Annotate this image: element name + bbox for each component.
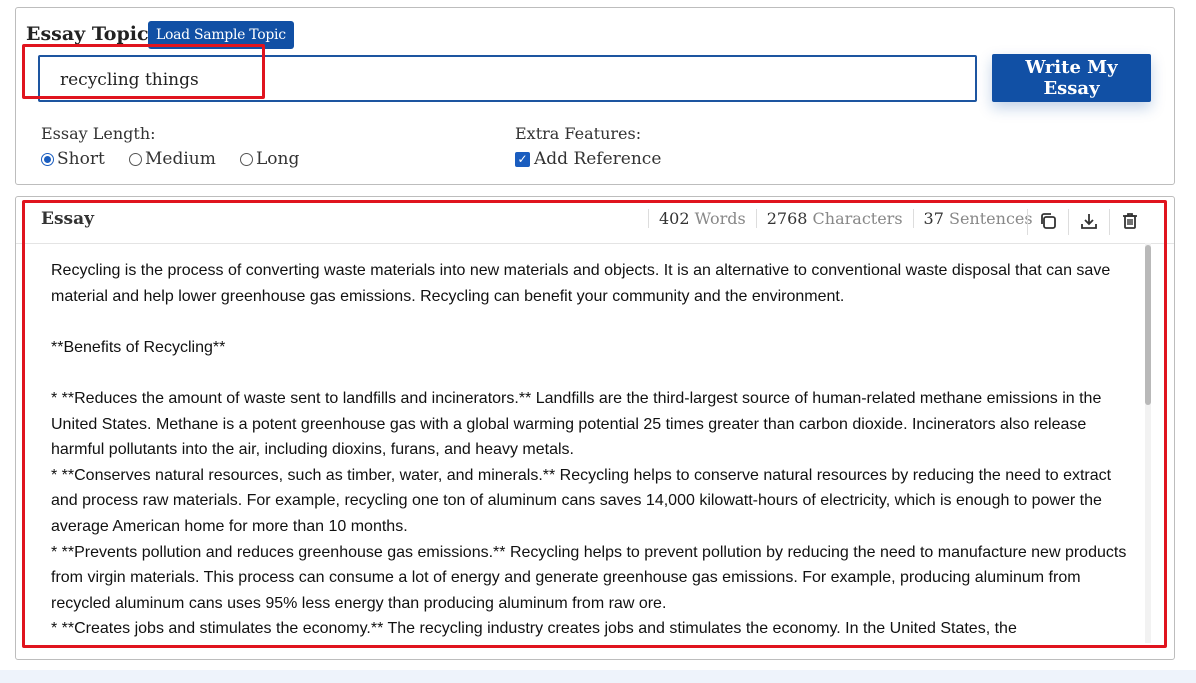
length-option-short[interactable]: Short xyxy=(41,149,105,169)
icon-divider xyxy=(1027,209,1028,235)
trash-icon xyxy=(1121,212,1139,233)
character-count-unit: Characters xyxy=(812,209,903,228)
sentence-count-unit: Sentences xyxy=(949,209,1033,228)
radio-long[interactable] xyxy=(240,152,253,166)
word-count-value: 402 xyxy=(659,209,690,228)
essay-panel: Essay 402 Words 2768 Characters 37 Sente… xyxy=(15,196,1175,660)
essay-topic-label: Essay Topic: xyxy=(26,23,156,45)
sentence-count: 37 Sentences xyxy=(912,209,1043,228)
topic-input[interactable] xyxy=(58,67,942,93)
essay-header: Essay 402 Words 2768 Characters 37 Sente… xyxy=(16,197,1174,244)
add-reference-label: Add Reference xyxy=(534,149,662,169)
essay-bullet: * **Creates jobs and stimulates the econ… xyxy=(51,620,1017,638)
radio-short[interactable] xyxy=(41,152,54,166)
page-footer-strip xyxy=(0,670,1196,683)
write-my-essay-button[interactable]: Write My Essay xyxy=(992,54,1151,102)
essay-heading: **Benefits of Recycling** xyxy=(51,338,226,356)
icon-divider xyxy=(1068,209,1069,235)
essay-stats: 402 Words 2768 Characters 37 Sentences xyxy=(648,209,1043,228)
essay-bullet: * **Reduces the amount of waste sent to … xyxy=(51,389,1102,459)
length-long-label: Long xyxy=(256,149,300,169)
copy-button[interactable] xyxy=(1037,211,1059,233)
copy-icon xyxy=(1039,212,1057,233)
add-reference-checkbox[interactable]: ✓ xyxy=(515,151,530,167)
length-medium-label: Medium xyxy=(145,149,216,169)
character-count-value: 2768 xyxy=(766,209,808,228)
essay-length-label: Essay Length: xyxy=(41,124,156,143)
download-icon xyxy=(1080,212,1098,233)
sentence-count-value: 37 xyxy=(923,209,944,228)
character-count: 2768 Characters xyxy=(755,209,913,228)
essay-title: Essay xyxy=(41,209,94,229)
essay-bullet: * **Conserves natural resources, such as… xyxy=(51,466,1112,535)
topic-input-wrapper xyxy=(38,55,977,102)
load-sample-topic-button[interactable]: Load Sample Topic xyxy=(148,21,294,49)
length-option-long[interactable]: Long xyxy=(240,149,299,169)
scrollbar-thumb[interactable] xyxy=(1145,245,1151,405)
download-button[interactable] xyxy=(1078,211,1100,233)
word-count: 402 Words xyxy=(648,209,756,228)
topic-panel: Essay Topic: Load Sample Topic Write My … xyxy=(15,7,1175,185)
extra-features-label: Extra Features: xyxy=(515,124,642,143)
essay-text[interactable]: Recycling is the process of converting w… xyxy=(51,258,1136,643)
essay-paragraph: Recycling is the process of converting w… xyxy=(51,262,1111,305)
add-reference-option[interactable]: ✓ Add Reference xyxy=(515,149,661,169)
delete-button[interactable] xyxy=(1119,211,1141,233)
radio-medium[interactable] xyxy=(129,152,142,166)
icon-divider xyxy=(1109,209,1110,235)
essay-bullet: * **Prevents pollution and reduces green… xyxy=(51,543,1127,612)
word-count-unit: Words xyxy=(694,209,746,228)
length-option-medium[interactable]: Medium xyxy=(129,149,216,169)
length-short-label: Short xyxy=(57,149,105,169)
